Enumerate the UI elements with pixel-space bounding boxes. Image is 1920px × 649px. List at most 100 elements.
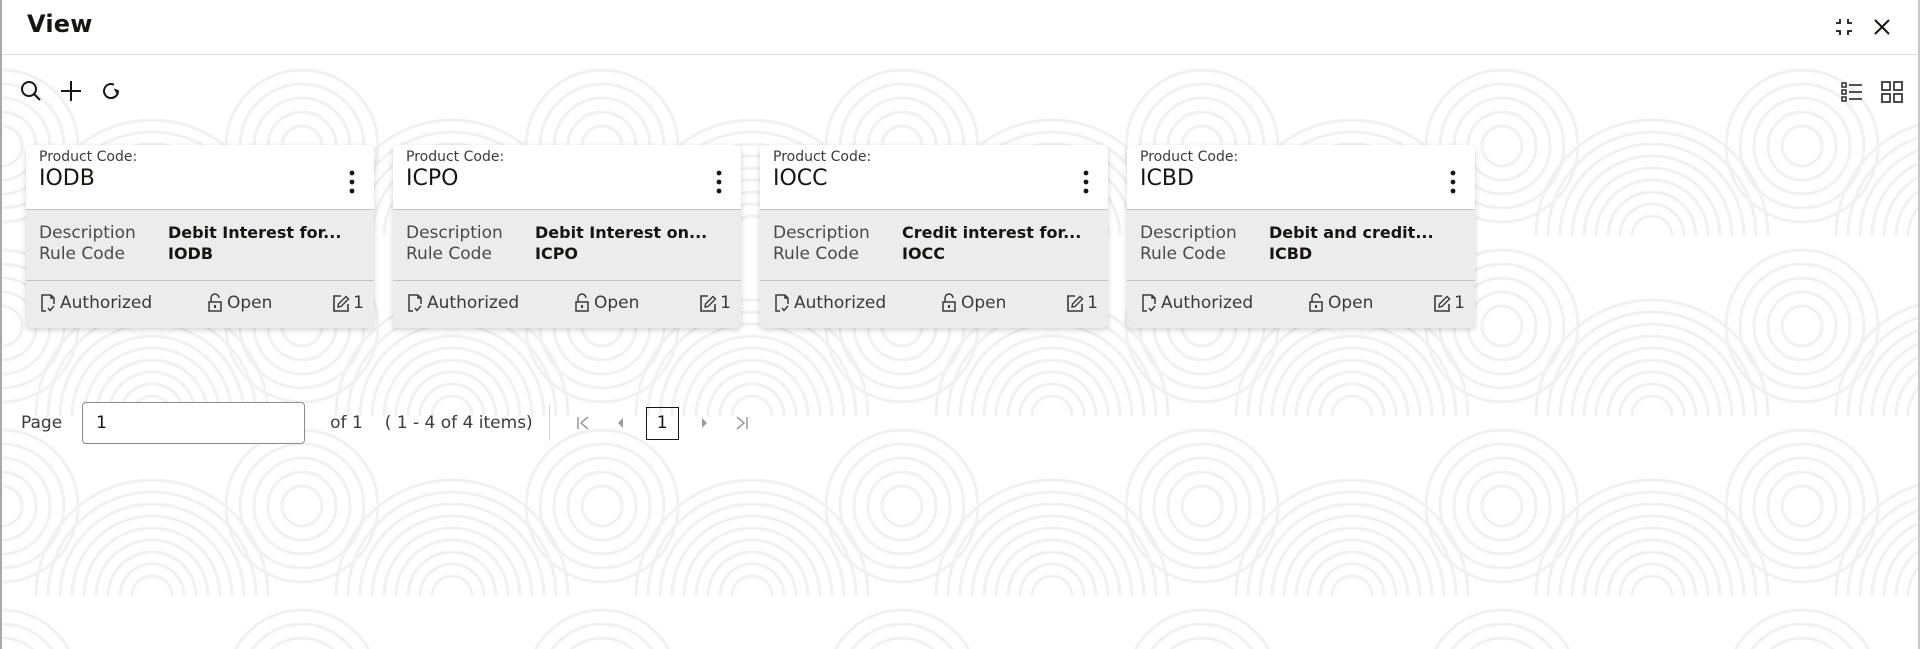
list-view-button[interactable] (1840, 80, 1864, 104)
card-menu-button[interactable] (1445, 169, 1461, 195)
authorized-document-icon (39, 293, 57, 313)
product-card[interactable]: Product Code: ICBD Description Debit and… (1127, 145, 1475, 328)
authorization-status: Authorized (406, 293, 519, 313)
collapse-icon (1830, 13, 1858, 41)
kebab-menu-icon (1445, 169, 1461, 195)
rule-code-value: IOCC (902, 244, 945, 264)
version-indicator: 1 (332, 293, 364, 313)
card-footer: Authorized Open (1127, 281, 1475, 327)
current-page-button[interactable]: 1 (646, 407, 679, 440)
lock-status-text: Open (227, 293, 272, 313)
description-row: Description Debit Interest on... (406, 223, 707, 243)
description-label: Description (39, 223, 168, 243)
card-body: Description Debit Interest on... Rule Co… (393, 210, 741, 281)
page-number-input[interactable] (82, 402, 305, 444)
rule-code-value: ICPO (535, 244, 578, 264)
rule-code-row: Rule Code ICPO (406, 244, 578, 264)
version-number: 1 (1087, 293, 1098, 313)
description-value: Credit interest for... (902, 223, 1081, 243)
close-icon (1868, 13, 1896, 41)
product-code-label: Product Code: (773, 149, 871, 165)
previous-page-button[interactable] (602, 406, 640, 440)
unlock-icon (573, 293, 591, 313)
product-code-value: IOCC (773, 166, 828, 191)
pagination-divider (549, 405, 550, 441)
unlock-icon (206, 293, 224, 313)
authorization-status: Authorized (1140, 293, 1253, 313)
plus-icon (59, 79, 83, 103)
next-page-button[interactable] (685, 406, 723, 440)
page-label: Page (21, 413, 62, 433)
description-value: Debit Interest on... (535, 223, 707, 243)
rule-code-value: ICBD (1269, 244, 1312, 264)
card-menu-button[interactable] (711, 169, 727, 195)
lock-status: Open (1307, 293, 1373, 313)
product-card[interactable]: Product Code: IOCC Description Credit in… (760, 145, 1108, 328)
product-code-label: Product Code: (39, 149, 137, 165)
authorized-document-icon (406, 293, 424, 313)
rule-code-value: IODB (168, 244, 213, 264)
kebab-menu-icon (344, 169, 360, 195)
grid-view-icon (1880, 80, 1904, 104)
version-number: 1 (1454, 293, 1465, 313)
lock-status-text: Open (1328, 293, 1373, 313)
product-code-value: ICBD (1140, 166, 1194, 191)
view-toggle (1840, 80, 1904, 104)
card-header: Product Code: IODB (26, 145, 374, 210)
lock-status-text: Open (961, 293, 1006, 313)
collapse-button[interactable] (1830, 13, 1858, 41)
first-page-button[interactable] (564, 406, 602, 440)
version-number: 1 (720, 293, 731, 313)
close-button[interactable] (1868, 13, 1896, 41)
window-title: View (27, 10, 93, 38)
card-menu-button[interactable] (344, 169, 360, 195)
rule-code-row: Rule Code IOCC (773, 244, 945, 264)
authorization-status-text: Authorized (427, 293, 519, 313)
pagination-bar: Page of 1 ( 1 - 4 of 4 items) 1 (21, 401, 761, 445)
card-menu-button[interactable] (1078, 169, 1094, 195)
edit-icon (1066, 293, 1084, 313)
product-card[interactable]: Product Code: ICPO Description Debit Int… (393, 145, 741, 328)
search-button[interactable] (18, 78, 44, 104)
add-button[interactable] (58, 78, 84, 104)
grid-view-button[interactable] (1880, 80, 1904, 104)
content-area: Product Code: IODB Description Debit Int… (2, 56, 1918, 649)
description-value: Debit and credit... (1269, 223, 1434, 243)
description-row: Description Credit interest for... (773, 223, 1081, 243)
refresh-icon (99, 79, 123, 103)
view-window: View (0, 0, 1920, 649)
card-body: Description Debit and credit... Rule Cod… (1127, 210, 1475, 281)
rule-code-row: Rule Code IODB (39, 244, 213, 264)
authorization-status-text: Authorized (60, 293, 152, 313)
authorized-document-icon (773, 293, 791, 313)
edit-icon (699, 293, 717, 313)
toolbar-actions (18, 78, 124, 104)
rule-code-label: Rule Code (773, 244, 902, 264)
search-icon (19, 79, 43, 103)
product-code-value: IODB (39, 166, 95, 191)
authorization-status-text: Authorized (794, 293, 886, 313)
version-number: 1 (353, 293, 364, 313)
card-body: Description Debit Interest for... Rule C… (26, 210, 374, 281)
description-label: Description (406, 223, 535, 243)
unlock-icon (940, 293, 958, 313)
card-header: Product Code: ICBD (1127, 145, 1475, 210)
refresh-button[interactable] (98, 78, 124, 104)
edit-icon (332, 293, 350, 313)
authorization-status: Authorized (39, 293, 152, 313)
page-navigation: 1 (564, 406, 761, 440)
description-row: Description Debit Interest for... (39, 223, 341, 243)
card-body: Description Credit interest for... Rule … (760, 210, 1108, 281)
authorization-status: Authorized (773, 293, 886, 313)
version-indicator: 1 (699, 293, 731, 313)
lock-status: Open (573, 293, 639, 313)
unlock-icon (1307, 293, 1325, 313)
last-page-button[interactable] (723, 406, 761, 440)
product-card[interactable]: Product Code: IODB Description Debit Int… (26, 145, 374, 328)
rule-code-label: Rule Code (406, 244, 535, 264)
title-bar: View (2, 0, 1918, 55)
kebab-menu-icon (711, 169, 727, 195)
lock-status: Open (206, 293, 272, 313)
list-view-icon (1840, 80, 1864, 104)
card-footer: Authorized Open (393, 281, 741, 327)
